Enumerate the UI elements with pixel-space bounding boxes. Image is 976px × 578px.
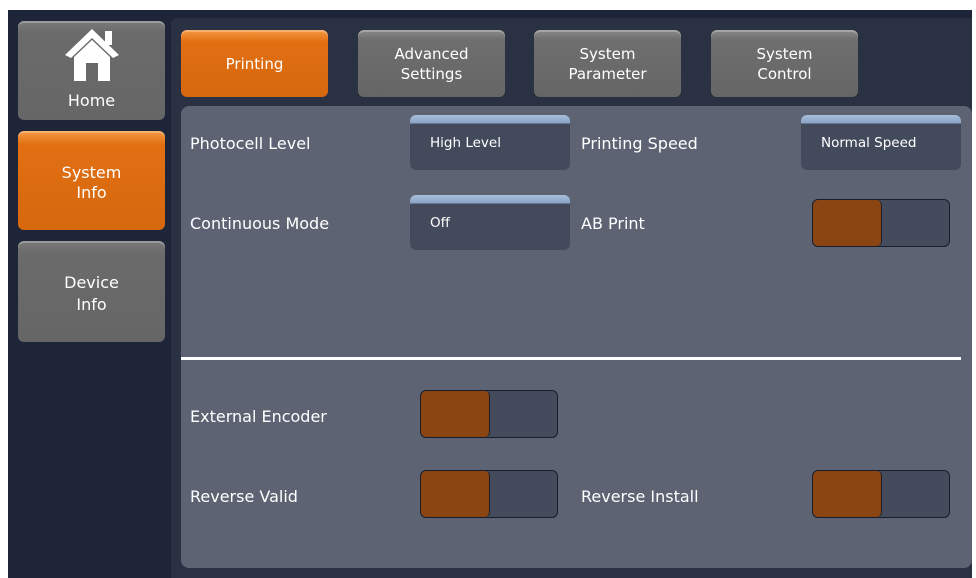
nav-home-label: Home: [67, 91, 116, 110]
tab-printing[interactable]: Printing: [181, 30, 328, 97]
printing-speed-label: Printing Speed: [581, 134, 698, 153]
printing-speed-select[interactable]: Normal Speed: [801, 115, 961, 170]
tab-system-control[interactable]: System Control: [711, 30, 858, 97]
tab-sysparam-label-1: System: [579, 44, 636, 63]
external-encoder-label: External Encoder: [190, 407, 327, 426]
photocell-level-select[interactable]: High Level: [410, 115, 570, 170]
nav-system-info-button[interactable]: System Info: [18, 131, 165, 230]
tab-advanced-label-1: Advanced: [394, 44, 469, 63]
toggle-knob: [813, 200, 882, 246]
toggle-knob: [813, 471, 882, 517]
tab-sysctrl-label-2: Control: [757, 64, 812, 83]
photocell-level-value: High Level: [430, 134, 501, 151]
ab-print-toggle[interactable]: [812, 199, 950, 247]
nav-system-info-label-2: Info: [76, 183, 107, 202]
nav-device-info-label-2: Info: [76, 295, 107, 314]
section-divider: [181, 357, 961, 360]
tab-sysparam-label-2: Parameter: [568, 64, 647, 83]
tab-advanced-settings[interactable]: Advanced Settings: [358, 30, 505, 97]
nav-system-info-label-1: System: [61, 163, 122, 182]
home-icon: [64, 29, 119, 81]
continuous-mode-label: Continuous Mode: [190, 214, 330, 233]
toggle-knob: [421, 471, 490, 517]
external-encoder-toggle[interactable]: [420, 390, 558, 438]
tab-advanced-label-2: Settings: [400, 64, 463, 83]
reverse-valid-toggle[interactable]: [420, 470, 558, 518]
ab-print-label: AB Print: [581, 214, 645, 233]
reverse-valid-label: Reverse Valid: [190, 487, 298, 506]
reverse-install-label: Reverse Install: [581, 487, 699, 506]
tab-sysctrl-label-1: System: [756, 44, 813, 63]
printing-speed-value: Normal Speed: [821, 134, 917, 151]
tab-printing-label: Printing: [225, 54, 284, 73]
photocell-level-label: Photocell Level: [190, 134, 311, 153]
tab-system-parameter[interactable]: System Parameter: [534, 30, 681, 97]
reverse-install-toggle[interactable]: [812, 470, 950, 518]
continuous-mode-select[interactable]: Off: [410, 195, 570, 250]
toggle-knob: [421, 391, 490, 437]
nav-home-button[interactable]: Home: [18, 21, 165, 120]
nav-device-info-button[interactable]: Device Info: [18, 241, 165, 342]
nav-device-info-label-1: Device: [64, 273, 119, 292]
continuous-mode-value: Off: [430, 214, 450, 231]
